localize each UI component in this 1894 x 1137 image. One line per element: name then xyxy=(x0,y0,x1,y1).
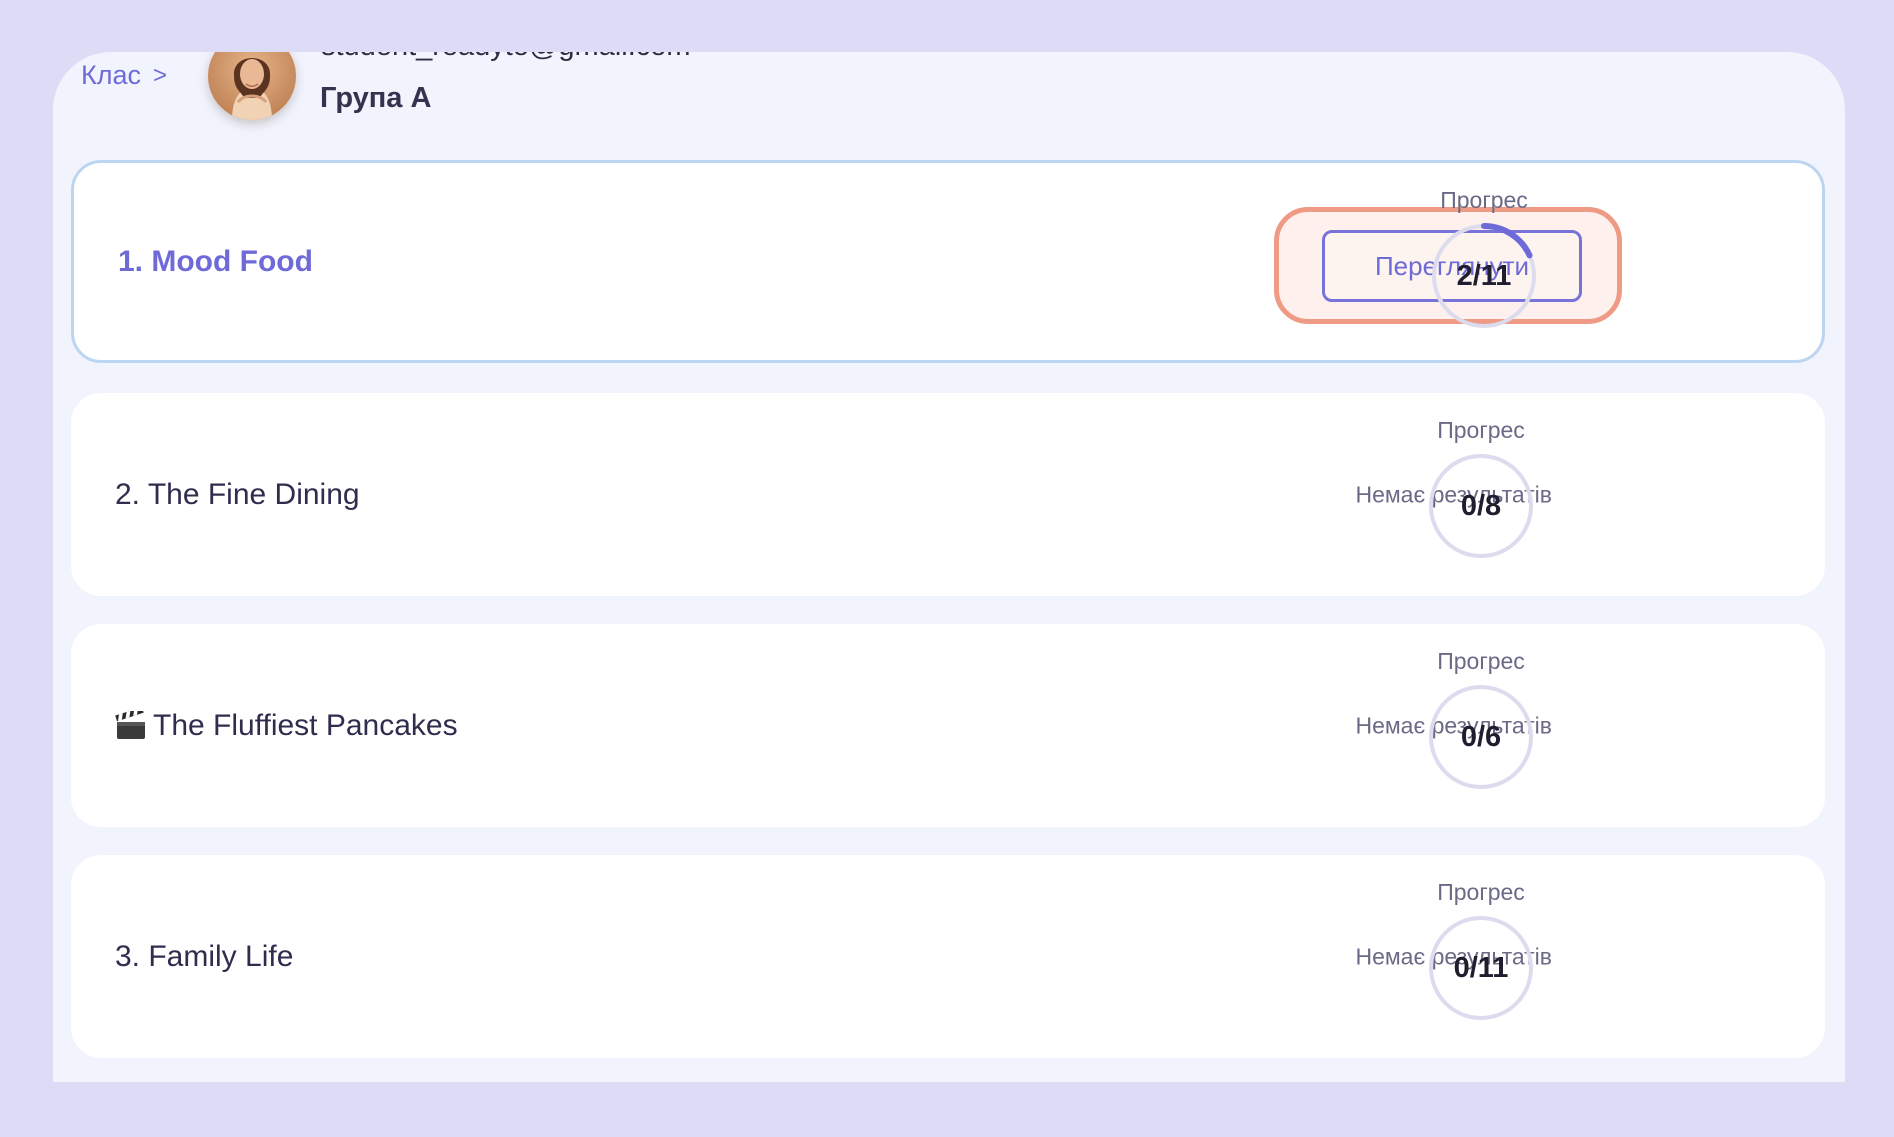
lesson-panel: student_readyto@gmail.com Клас > xyxy=(53,52,1845,1082)
group-name: Група А xyxy=(320,82,432,114)
avatar xyxy=(208,52,296,120)
student-email: student_readyto@gmail.com xyxy=(321,52,691,63)
breadcrumb-separator: > xyxy=(153,61,168,89)
lesson-card-fine-dining[interactable]: 2. The Fine Dining Немає результатів Про… xyxy=(71,393,1825,596)
lesson-card-fluffiest-pancakes[interactable]: The Fluffiest Pancakes Немає результатів… xyxy=(71,624,1825,827)
progress-value: 2/11 xyxy=(1456,259,1512,292)
progress-label: Прогрес xyxy=(1440,187,1528,213)
lesson-title[interactable]: 1. Mood Food xyxy=(118,245,313,279)
progress-value: 0/8 xyxy=(1460,489,1502,522)
progress-ring: 0/11 xyxy=(1428,915,1534,1021)
progress-ring: 2/11 xyxy=(1431,223,1537,329)
progress-label: Прогрес xyxy=(1437,879,1525,905)
clapperboard-icon xyxy=(115,706,147,741)
lesson-title: The Fluffiest Pancakes xyxy=(153,708,458,742)
progress-ring: 0/6 xyxy=(1428,684,1534,790)
progress-label: Прогрес xyxy=(1437,648,1525,674)
lesson-title-row[interactable]: The Fluffiest Pancakes xyxy=(115,706,458,743)
progress-value: 0/11 xyxy=(1453,951,1509,984)
lesson-card-family-life[interactable]: 3. Family Life Немає результатів Прогрес… xyxy=(71,855,1825,1058)
progress-label: Прогрес xyxy=(1437,417,1525,443)
progress-indicator: Прогрес 0/8 xyxy=(1426,417,1536,567)
progress-ring: 0/8 xyxy=(1428,453,1534,559)
lesson-card-mood-food[interactable]: 1. Mood Food Переглянути Прогрес 2/11 xyxy=(71,160,1825,363)
lesson-title[interactable]: 3. Family Life xyxy=(115,940,293,974)
progress-indicator: Прогрес 0/6 xyxy=(1426,648,1536,798)
progress-indicator: Прогрес 0/11 xyxy=(1426,879,1536,1029)
breadcrumb[interactable]: Клас > xyxy=(81,60,167,91)
breadcrumb-class-link[interactable]: Клас xyxy=(81,60,141,91)
progress-value: 0/6 xyxy=(1460,720,1502,753)
lesson-title[interactable]: 2. The Fine Dining xyxy=(115,478,360,512)
progress-indicator: Прогрес 2/11 xyxy=(1429,187,1539,337)
class-header: student_readyto@gmail.com Клас > xyxy=(53,52,1845,172)
